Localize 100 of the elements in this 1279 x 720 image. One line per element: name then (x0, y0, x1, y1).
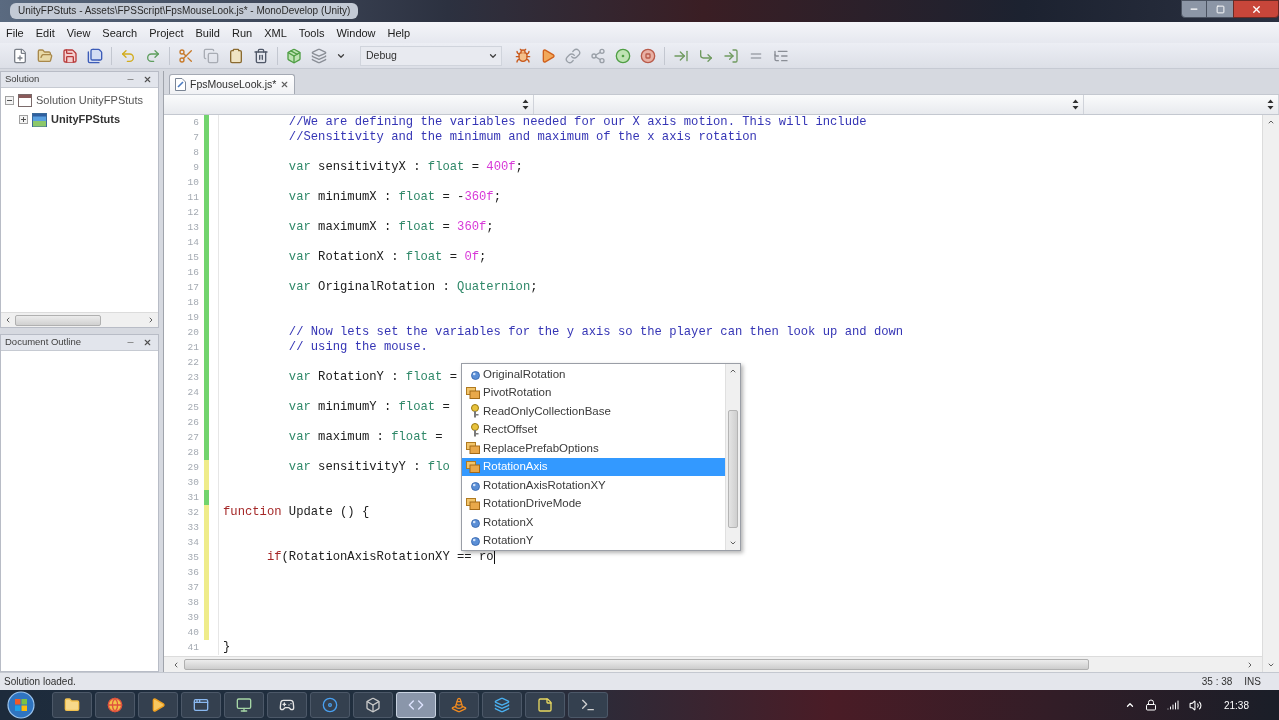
speaker-icon[interactable] (1188, 698, 1202, 712)
scrollbar-thumb[interactable] (728, 410, 738, 528)
lock-icon[interactable] (1144, 699, 1157, 711)
taskbar-button[interactable] (482, 692, 522, 718)
line-number: 11 (186, 191, 200, 205)
play-icon[interactable] (540, 47, 556, 64)
boxes-icon (466, 442, 480, 455)
sphere-icon (471, 518, 480, 528)
new-file-icon[interactable] (12, 47, 28, 64)
status-message: Solution loaded. (4, 675, 76, 689)
circle-dot-icon[interactable] (615, 47, 631, 64)
scroll-right-icon[interactable] (1246, 660, 1254, 669)
taskbar-button[interactable] (95, 692, 135, 718)
tree-item[interactable]: Solution UnityFPStuts (36, 92, 143, 109)
start-button[interactable] (6, 691, 36, 719)
menu-item[interactable]: Help (381, 24, 417, 41)
layers-icon[interactable] (311, 47, 327, 64)
scroll-left-icon[interactable] (172, 660, 180, 669)
horizontal-scrollbar[interactable] (1, 312, 158, 327)
menu-item[interactable]: Project (143, 24, 190, 41)
line-number: 28 (186, 446, 200, 460)
plus-box-icon[interactable] (19, 115, 28, 124)
close-icon[interactable] (143, 338, 152, 347)
scroll-left-icon[interactable] (4, 316, 12, 324)
menu-item[interactable]: Run (225, 24, 259, 41)
taskbar-button[interactable] (181, 692, 221, 718)
maximize-button[interactable] (1207, 0, 1233, 18)
completion-item[interactable]: OriginalRotation (462, 365, 725, 384)
completion-item[interactable]: PivotRotation (462, 383, 725, 402)
package-icon[interactable] (286, 47, 302, 64)
arrow-into-box-icon[interactable] (723, 47, 739, 64)
configuration-dropdown[interactable]: Debug (360, 45, 502, 66)
trash-icon[interactable] (253, 47, 269, 64)
scrollbar-thumb[interactable] (184, 659, 1089, 670)
link-icon[interactable] (565, 47, 581, 64)
completion-item[interactable]: RotationX (462, 513, 725, 532)
taskbar-button[interactable] (310, 692, 350, 718)
line-number: 32 (186, 506, 200, 520)
completion-item[interactable]: RotationY (462, 531, 725, 550)
minus-box-icon[interactable] (5, 96, 14, 105)
scroll-down-icon[interactable] (729, 539, 737, 547)
scissors-icon[interactable] (178, 47, 194, 64)
code-line: //We are defining the variables needed for our X axis motion. This will include (288, 115, 867, 130)
line-number: 27 (186, 431, 200, 445)
line-number: 15 (186, 251, 200, 265)
completion-item[interactable]: RectOffset (462, 420, 725, 439)
save-all-icon[interactable] (87, 47, 103, 64)
completion-item[interactable]: ReadOnlyCollectionBase (462, 402, 725, 421)
pad-title: Document Outline (5, 335, 82, 350)
menu-item[interactable]: Search (96, 24, 144, 41)
completion-item[interactable]: RotationDriveMode (462, 494, 725, 513)
menu-item[interactable]: View (60, 24, 97, 41)
completion-item[interactable]: RotationAxisRotationXY (462, 476, 725, 495)
menu-item[interactable]: Edit (29, 24, 61, 41)
line-number: 13 (186, 221, 200, 235)
tree-item[interactable]: UnityFPStuts (51, 111, 121, 128)
taskbar-button[interactable] (439, 692, 479, 718)
close-icon[interactable] (143, 75, 152, 84)
taskbar-button[interactable] (138, 692, 178, 718)
scrollbar-thumb[interactable] (15, 314, 101, 326)
popup-scrollbar[interactable] (725, 364, 740, 550)
stop-icon[interactable] (640, 47, 656, 64)
boxes-icon (466, 386, 480, 399)
line-number: 41 (186, 641, 200, 655)
editor-tab[interactable]: FpsMouseLook.js* (169, 74, 296, 94)
menu-item[interactable]: Build (189, 24, 226, 41)
scroll-up-icon[interactable] (729, 367, 737, 375)
close-button[interactable] (1233, 0, 1279, 18)
taskbar-button[interactable] (353, 692, 393, 718)
code-line: var RotationX : float = 0f; (288, 250, 487, 265)
layers-icon (494, 697, 510, 713)
corner-arrow-icon[interactable] (698, 47, 714, 64)
taskbar-button[interactable] (525, 692, 565, 718)
redo-icon[interactable] (145, 47, 161, 64)
folder-icon[interactable] (37, 47, 53, 64)
taskbar-button[interactable] (224, 692, 264, 718)
show-hidden-icon[interactable] (1124, 700, 1135, 710)
menu-item[interactable]: Window (330, 24, 382, 41)
menu-item[interactable]: Tools (292, 24, 331, 41)
window-icon (193, 697, 209, 713)
minimize-button[interactable] (1181, 0, 1207, 18)
taskbar-button[interactable] (52, 692, 92, 718)
clipboard-icon[interactable] (228, 47, 244, 64)
horizontal-scrollbar[interactable] (164, 656, 1262, 672)
save-icon[interactable] (62, 47, 78, 64)
clock[interactable]: 21:38 (1223, 697, 1249, 713)
taskbar-button[interactable] (267, 692, 307, 718)
menu-item[interactable]: File (0, 24, 30, 41)
vertical-scrollbar[interactable] (1262, 115, 1279, 672)
code-line: } (223, 640, 231, 655)
bug-icon[interactable] (515, 47, 531, 64)
window-icon (18, 94, 32, 107)
share-icon[interactable] (590, 47, 606, 64)
completion-item[interactable]: ReplacePrefabOptions (462, 439, 725, 458)
menu-item[interactable]: XML (258, 24, 293, 41)
logo-icon (7, 691, 35, 719)
scroll-right-icon[interactable] (147, 316, 155, 324)
scroll-up-icon[interactable] (1267, 118, 1275, 126)
sphere-icon (471, 370, 480, 380)
scroll-down-icon[interactable] (1267, 661, 1275, 669)
